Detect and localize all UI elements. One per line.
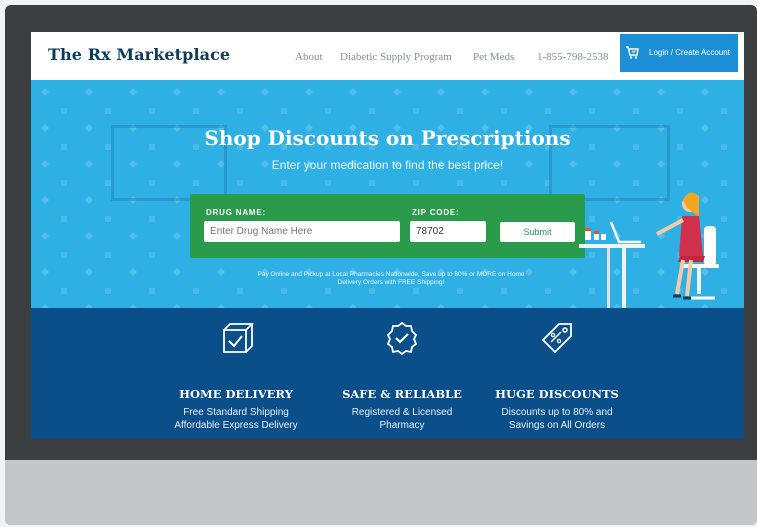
- feature-description: Discounts up to 80% and Savings on All O…: [472, 406, 642, 432]
- cart-icon: [626, 46, 639, 59]
- drug-name-label: DRUG NAME:: [206, 208, 266, 217]
- nav-link-about[interactable]: About: [295, 51, 323, 63]
- submit-button[interactable]: Submit: [500, 222, 575, 242]
- nav-link-pet-meds[interactable]: Pet Meds: [473, 51, 514, 63]
- feature-line-1: Discounts up to 80% and: [501, 407, 613, 418]
- browser-screen: The Rx Marketplace About Diabetic Supply…: [31, 32, 744, 439]
- site-logo[interactable]: The Rx Marketplace: [48, 45, 230, 64]
- feature-title: HUGE DISCOUNTS: [495, 387, 619, 401]
- hero-banner: Shop Discounts on Prescriptions Enter yo…: [31, 80, 744, 308]
- promo-line-2: Delivery Orders with FREE Shipping!: [337, 279, 445, 286]
- box-check-icon: [223, 323, 254, 353]
- feature-line-2: Savings on All Orders: [508, 420, 606, 431]
- feature-title: HOME DELIVERY: [179, 387, 293, 401]
- zip-code-input[interactable]: [410, 221, 486, 242]
- promo-line-1: Pay Online and Pickup at Local Pharmacie…: [257, 271, 525, 278]
- monitor-frame: The Rx Marketplace About Diabetic Supply…: [5, 5, 757, 525]
- feature-line-2: Affordable Express Delivery: [174, 420, 298, 431]
- phone-number[interactable]: 1-855-798-2538: [537, 51, 609, 63]
- zip-code-label: ZIP CODE:: [412, 208, 460, 217]
- feature-line-1: Free Standard Shipping: [183, 407, 289, 418]
- login-create-account-button[interactable]: Login / Create Account: [620, 34, 738, 72]
- hero-title: Shop Discounts on Prescriptions: [204, 126, 571, 150]
- feature-title: SAFE & RELIABLE: [342, 387, 462, 401]
- login-label: Login / Create Account: [649, 48, 730, 57]
- features-section: HOME DELIVERY Free Standard Shipping Aff…: [31, 308, 744, 439]
- feature-description: Free Standard Shipping Affordable Expres…: [151, 406, 321, 432]
- site-header: The Rx Marketplace About Diabetic Supply…: [31, 32, 744, 80]
- feature-line-2: Pharmacy: [379, 420, 425, 431]
- badge-check-icon: [386, 321, 418, 356]
- price-tag-icon: [541, 323, 572, 354]
- nav-link-diabetic-supply-program[interactable]: Diabetic Supply Program: [340, 51, 452, 63]
- feature-line-1: Registered & Licensed: [351, 407, 453, 418]
- woman-at-desk-illustration: [579, 192, 719, 308]
- feature-description: Registered & Licensed Pharmacy: [317, 406, 487, 432]
- drug-search-form: DRUG NAME: ZIP CODE: Submit: [190, 194, 585, 258]
- promo-text: Pay Online and Pickup at Local Pharmacie…: [217, 271, 565, 287]
- monitor-chin: [5, 460, 757, 525]
- drug-name-input[interactable]: [204, 221, 400, 242]
